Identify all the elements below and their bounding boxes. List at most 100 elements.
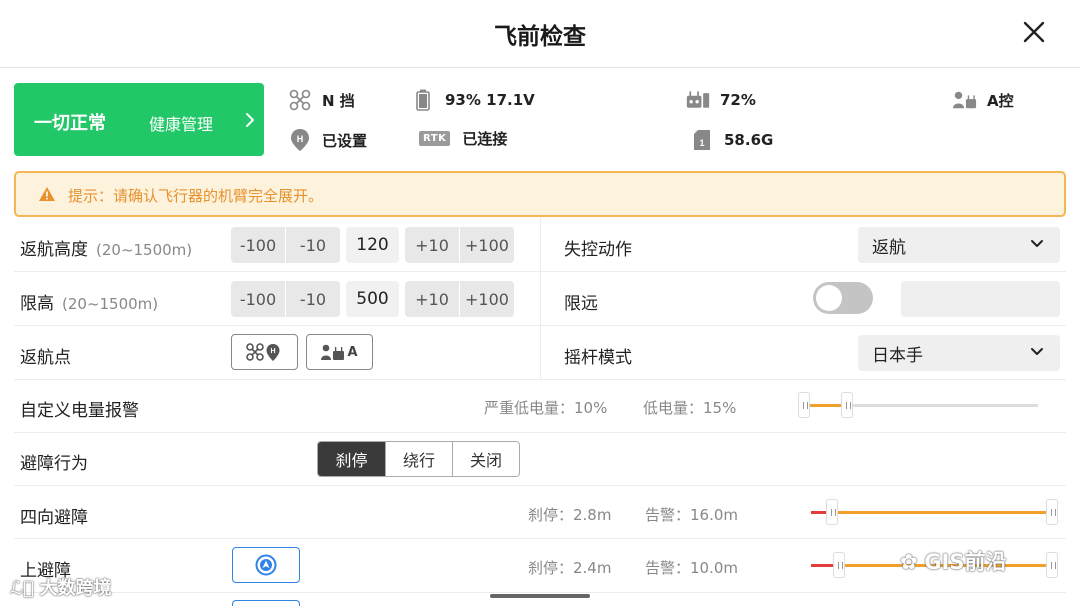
distance-limit-label: 限远: [564, 294, 598, 314]
stick-mode-label: 摇杆模式: [564, 348, 632, 368]
limit-minus-100-button[interactable]: -100: [231, 281, 285, 317]
arm-unfold-alert: 提示：请确认飞行器的机臂完全展开。: [14, 171, 1066, 217]
distance-limit-input[interactable]: [901, 281, 1060, 317]
signal-lost-action-label: 失控动作: [564, 240, 632, 260]
low-battery-handle[interactable]: [841, 392, 853, 418]
horizontal-warn-range: [833, 511, 1051, 514]
warning-icon: [39, 187, 55, 201]
rth-altitude-value[interactable]: 120: [346, 227, 399, 263]
divider: [14, 485, 1066, 486]
upward-brake-handle[interactable]: [833, 552, 845, 578]
gear-mode-value: N 挡: [322, 91, 355, 110]
set-home-controller-button[interactable]: A: [306, 334, 373, 370]
altitude-limit-range: (20~1500m): [62, 295, 159, 313]
obstacle-behavior-segmented: 刹停 绕行 关闭: [317, 441, 520, 477]
home-indicator: [490, 594, 590, 598]
drone-icon: [288, 88, 312, 112]
altitude-limit-value[interactable]: 500: [346, 281, 399, 317]
health-management-link[interactable]: 健康管理: [149, 111, 213, 135]
limit-plus-10-button[interactable]: +10: [405, 281, 459, 317]
toggle-knob: [816, 285, 842, 311]
column-divider: [540, 218, 541, 380]
drone-home-icon: H: [245, 343, 279, 361]
low-battery-text: 低电量：15%: [643, 399, 737, 417]
horizontal-brake-handle[interactable]: [826, 499, 838, 525]
pilot-controller-icon: [321, 344, 345, 360]
watermark-right-text: GIS前沿: [924, 550, 1007, 574]
divider: [14, 432, 1066, 433]
rth-minus-10-button[interactable]: -10: [286, 227, 340, 263]
altitude-limit-title: 限高: [20, 294, 54, 314]
storage-value: 58.6G: [724, 131, 774, 149]
remote-controller-icon: [686, 88, 710, 112]
limit-plus-100-button[interactable]: +100: [460, 281, 514, 317]
health-status-card[interactable]: 一切正常 健康管理: [14, 83, 264, 156]
status-ok-label: 一切正常: [34, 113, 106, 134]
upward-warn-distance: 告警：10.0m: [645, 559, 739, 577]
home-point-stat: H 已设置: [288, 128, 367, 152]
chevron-right-icon: [246, 113, 254, 127]
obstacle-bypass-option[interactable]: 绕行: [385, 442, 452, 476]
svg-text:H: H: [270, 348, 275, 355]
home-point-status: 已设置: [322, 131, 368, 150]
stick-mode-select[interactable]: 日本手: [858, 335, 1060, 371]
horizontal-warn-handle[interactable]: [1046, 499, 1058, 525]
control-mode-value: A控: [987, 91, 1014, 110]
horizontal-warn-distance: 告警：16.0m: [645, 506, 739, 524]
header-bar: 飞前检查: [0, 0, 1080, 68]
storage-stat: 1 58.6G: [690, 128, 773, 152]
upward-brake-distance: 刹停：2.4m: [528, 559, 612, 577]
gear-stat: N 挡: [288, 88, 355, 112]
altitude-limit-label: 限高 (20~1500m): [20, 289, 158, 314]
watermark-left: ℒ⃝ 大数跨境: [10, 574, 112, 600]
sd-card-icon: 1: [690, 128, 714, 152]
pilot-controller-icon: [953, 88, 977, 112]
svg-text:1: 1: [699, 138, 704, 148]
rth-altitude-label: 返航高度 (20~1500m): [20, 235, 192, 260]
home-point-label: 返航点: [20, 348, 71, 368]
rc-signal-stat: 72%: [686, 88, 756, 112]
watermark-logo-icon: ℒ⃝: [10, 578, 40, 599]
rth-altitude-title: 返航高度: [20, 240, 88, 260]
signal-lost-action-value: 返航: [872, 237, 906, 258]
rth-minus-100-button[interactable]: -100: [231, 227, 285, 263]
rtk-badge: RTK: [419, 131, 451, 146]
horizontal-brake-distance: 刹停：2.8m: [528, 506, 612, 524]
critical-battery-handle[interactable]: [798, 392, 810, 418]
rtk-status: 已连接: [462, 130, 508, 148]
obstacle-behavior-label: 避障行为: [20, 454, 88, 474]
battery-warning-label: 自定义电量报警: [20, 401, 139, 421]
set-home-aircraft-button[interactable]: H: [231, 334, 298, 370]
battery-value: 93% 17.1V: [445, 91, 535, 109]
rth-plus-10-button[interactable]: +10: [405, 227, 459, 263]
svg-text:H: H: [297, 134, 304, 144]
home-point-pin-icon: H: [288, 128, 312, 152]
horizontal-avoidance-label: 四向避障: [20, 508, 88, 528]
rc-signal-value: 72%: [720, 91, 756, 109]
rth-altitude-stepper: -100 -10 120 +10 +100: [231, 227, 514, 263]
rtk-stat: RTK 已连接: [419, 128, 507, 149]
control-mode-stat: A控: [953, 88, 1014, 112]
altitude-limit-stepper: -100 -10 500 +10 +100: [231, 281, 514, 317]
divider: [14, 592, 1066, 593]
divider: [14, 538, 1066, 539]
watermark-left-text: 大数跨境: [39, 578, 112, 599]
rth-altitude-range: (20~1500m): [96, 241, 193, 259]
watermark-right: ✿ GIS前沿: [900, 546, 1006, 576]
battery-icon: [411, 88, 435, 112]
distance-limit-toggle[interactable]: [813, 282, 873, 314]
upward-warn-handle[interactable]: [1046, 552, 1058, 578]
chevron-down-icon: [1031, 240, 1043, 247]
upward-sensor-button[interactable]: [232, 547, 300, 583]
obstacle-off-option[interactable]: 关闭: [452, 442, 519, 476]
close-icon[interactable]: [1022, 20, 1046, 44]
limit-minus-10-button[interactable]: -10: [286, 281, 340, 317]
rth-plus-100-button[interactable]: +100: [460, 227, 514, 263]
page-title: 飞前检查: [494, 24, 586, 50]
obstacle-brake-option[interactable]: 刹停: [318, 442, 385, 476]
signal-lost-action-select[interactable]: 返航: [858, 227, 1060, 263]
stick-mode-value: 日本手: [872, 345, 923, 366]
wechat-icon: ✿: [900, 550, 925, 574]
next-sensor-button[interactable]: [232, 600, 300, 606]
chevron-down-icon: [1031, 348, 1043, 355]
